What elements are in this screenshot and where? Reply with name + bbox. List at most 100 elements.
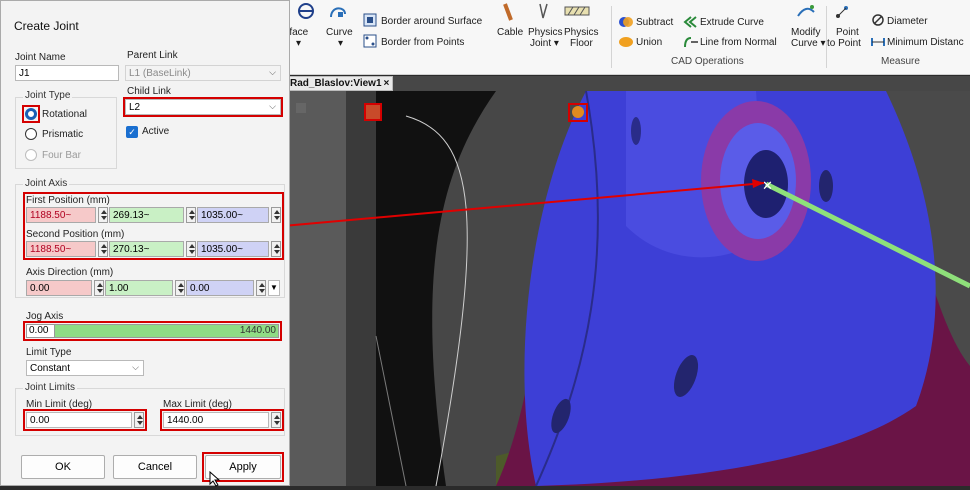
subtract-button[interactable]: Subtract	[636, 17, 673, 29]
axis-direction-y[interactable]: 1.00	[105, 280, 173, 296]
modify-curve-icon[interactable]	[796, 2, 816, 23]
border-from-points-button[interactable]: Border from Points	[381, 37, 464, 49]
subtract-icon	[619, 16, 633, 31]
joint-name-field[interactable]: J1	[15, 65, 119, 81]
parent-link-select: L1 (BaseLink) ⌵	[125, 65, 281, 81]
cad-operations-group-label: CAD Operations	[671, 56, 744, 67]
cancel-button[interactable]: Cancel	[113, 455, 197, 479]
limit-type-label: Limit Type	[26, 347, 72, 358]
minimum-distance-icon	[871, 36, 885, 51]
axis-direction-dropdown[interactable]: ▼	[268, 280, 280, 296]
active-checkbox[interactable]: ✓	[126, 126, 138, 138]
axis-direction-y-spinner[interactable]	[175, 280, 185, 296]
ribbon-separator	[826, 6, 827, 68]
union-button[interactable]: Union	[636, 37, 662, 49]
line-from-normal-button[interactable]: Line from Normal	[700, 37, 777, 49]
axis-direction-z[interactable]: 0.00	[186, 280, 254, 296]
rotational-label: Rotational	[42, 109, 88, 120]
child-link-select[interactable]: L2 ⌵	[125, 99, 281, 115]
jog-max-value: 1440.00	[239, 325, 276, 336]
child-link-value: L2	[129, 102, 141, 113]
diameter-icon	[872, 14, 884, 29]
chevron-down-icon: ▾	[338, 38, 344, 49]
chevron-down-icon: ▾	[296, 38, 302, 49]
joint-name-label: Joint Name	[15, 52, 66, 63]
minimum-distance-button[interactable]: Minimum Distanc	[887, 37, 964, 49]
min-limit-label: Min Limit (deg)	[26, 399, 93, 410]
point-to-point-icon[interactable]	[834, 4, 850, 23]
surface-icon[interactable]	[296, 2, 316, 23]
child-link-label: Child Link	[127, 86, 171, 97]
axis-direction-x[interactable]: 0.00	[26, 280, 92, 296]
chevron-down-icon: ⌵	[269, 101, 276, 111]
min-limit-spinner[interactable]	[134, 412, 144, 428]
joint-limits-label: Joint Limits	[23, 382, 78, 393]
ribbon-separator	[611, 6, 612, 68]
max-limit-label: Max Limit (deg)	[163, 399, 232, 410]
chevron-down-icon: ⌵	[132, 362, 139, 372]
cable-button[interactable]: Cable	[497, 27, 523, 39]
physics-floor-icon[interactable]	[564, 4, 590, 21]
point-to-point-label-2[interactable]: to Point	[827, 38, 861, 50]
parent-link-label: Parent Link	[127, 50, 178, 61]
first-position-z-spinner[interactable]	[271, 207, 281, 223]
axis-direction-label: Axis Direction (mm)	[26, 267, 114, 278]
border-around-surface-icon	[363, 13, 377, 30]
view-tab-title: Rad_Blaslov:View1	[290, 78, 382, 89]
extrude-curve-button[interactable]: Extrude Curve	[700, 17, 764, 29]
limit-type-value: Constant	[30, 363, 71, 374]
measure-group-label: Measure	[881, 56, 920, 67]
second-position-z-spinner[interactable]	[271, 241, 281, 257]
3d-scene[interactable]: ✕	[286, 76, 970, 486]
rotational-radio[interactable]	[25, 108, 37, 120]
axis-direction-x-spinner[interactable]	[94, 280, 104, 296]
physics-floor-label-2[interactable]: Floor	[570, 38, 593, 50]
prismatic-radio[interactable]	[25, 128, 37, 140]
dialog-title: Create Joint	[14, 19, 79, 33]
limit-type-select[interactable]: Constant ⌵	[26, 360, 144, 376]
first-position-z[interactable]: 1035.00~	[197, 207, 269, 223]
border-from-points-icon	[363, 34, 377, 51]
second-position-x-spinner[interactable]	[98, 241, 108, 257]
diameter-button[interactable]: Diameter	[887, 16, 928, 28]
max-limit-spinner[interactable]	[271, 412, 281, 428]
axis-direction-z-spinner[interactable]	[256, 280, 266, 296]
view-tab[interactable]: Rad_Blaslov:View1 ×	[286, 76, 394, 91]
second-position-label: Second Position (mm)	[26, 229, 125, 240]
modify-curve-label-2[interactable]: Curve ▾	[791, 38, 825, 50]
four-bar-radio	[25, 149, 37, 161]
extrude-curve-icon	[683, 15, 699, 32]
first-position-y-spinner[interactable]	[186, 207, 196, 223]
create-joint-dialog: Create Joint Joint Name J1 Parent Link L…	[0, 0, 290, 487]
ok-button[interactable]: OK	[21, 455, 105, 479]
line-from-normal-icon	[683, 35, 699, 52]
active-label: Active	[142, 126, 170, 137]
close-icon[interactable]: ×	[384, 78, 390, 89]
max-limit-field[interactable]: 1440.00	[163, 412, 269, 428]
first-position-y[interactable]: 269.13~	[109, 207, 184, 223]
first-position-label: First Position (mm)	[26, 195, 110, 206]
curve-icon[interactable]	[328, 2, 348, 23]
four-bar-label: Four Bar	[42, 150, 81, 161]
second-position-x[interactable]: 1188.50~	[26, 241, 96, 257]
border-around-surface-button[interactable]: Border around Surface	[381, 16, 482, 28]
physics-joint-icon[interactable]	[536, 2, 550, 25]
second-position-y-spinner[interactable]	[186, 241, 196, 257]
parent-link-value: L1 (BaseLink)	[129, 68, 191, 79]
joint-axis-label: Joint Axis	[23, 178, 70, 189]
jog-min-value: 0.00	[27, 325, 55, 337]
first-position-x-spinner[interactable]	[98, 207, 108, 223]
3d-viewport[interactable]: ✕ Rad_Blaslov:View1 ×	[286, 76, 970, 486]
second-position-z[interactable]: 1035.00~	[197, 241, 269, 257]
jog-axis-slider[interactable]: 0.00 1440.00	[26, 324, 279, 338]
min-limit-field[interactable]: 0.00	[26, 412, 132, 428]
chevron-down-icon: ⌵	[269, 67, 276, 77]
svg-text:✕: ✕	[762, 179, 773, 194]
jog-axis-label: Jog Axis	[26, 311, 64, 322]
joint-type-label: Joint Type	[23, 90, 73, 101]
mouse-cursor-icon	[209, 470, 221, 490]
first-position-x[interactable]: 1188.50~	[26, 207, 96, 223]
cable-icon[interactable]	[501, 2, 515, 25]
second-position-y[interactable]: 270.13~	[109, 241, 184, 257]
physics-joint-label-2[interactable]: Joint ▾	[530, 38, 559, 50]
